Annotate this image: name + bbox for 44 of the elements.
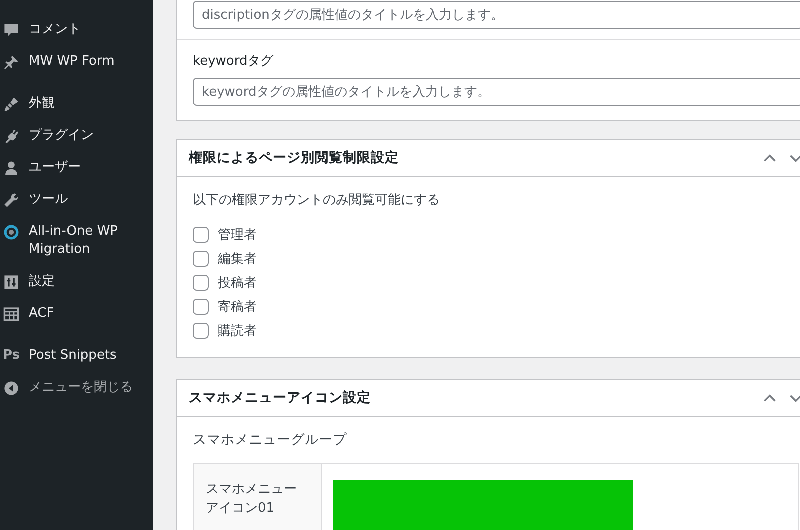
menu-item[interactable]: 設定 xyxy=(0,266,153,298)
pin-icon xyxy=(3,54,20,71)
field-label: keywordタグ xyxy=(193,53,275,70)
checkbox-label: 編集者 xyxy=(218,251,257,268)
checkbox[interactable] xyxy=(193,299,209,315)
menu-item[interactable]: ツール xyxy=(0,184,153,216)
description-text: 以下の権限アカウントのみ閲覧可能にする xyxy=(193,192,441,209)
menu-item[interactable]: コメント xyxy=(0,14,153,46)
menu-item[interactable]: プラグイン xyxy=(0,120,153,152)
input-field[interactable]: keywordタグの属性値のタイトルを入力します。 xyxy=(193,78,800,106)
menu-item[interactable]: ACF xyxy=(0,298,153,330)
plug-icon xyxy=(3,128,20,145)
table-icon xyxy=(3,306,20,323)
chevron-down-icon[interactable] xyxy=(789,154,800,162)
comment-icon xyxy=(3,22,20,39)
checkbox[interactable] xyxy=(193,275,209,291)
menu-item[interactable]: メニューを閉じる xyxy=(0,372,153,404)
input-field[interactable]: discriptionタグの属性値のタイトルを入力します。 xyxy=(193,1,800,29)
group-label: スマホメニューグループ xyxy=(193,431,348,449)
row-label: スマホメニューアイコン01 xyxy=(206,481,298,518)
chevron-up-icon[interactable] xyxy=(763,154,777,162)
checkbox-label: 寄稿者 xyxy=(218,299,257,316)
checkbox[interactable] xyxy=(193,323,209,339)
checkbox-label: 投稿者 xyxy=(218,275,257,292)
checkbox-label: 購読者 xyxy=(218,323,257,340)
menu-item[interactable]: All-in-One WP Migration xyxy=(0,216,153,266)
panel-title: スマホメニューアイコン設定 xyxy=(189,389,372,407)
menu-item[interactable]: ユーザー xyxy=(0,152,153,184)
brush-icon xyxy=(3,96,20,113)
checkbox[interactable] xyxy=(193,227,209,243)
chevron-down-icon[interactable] xyxy=(789,394,800,402)
user-icon xyxy=(3,160,20,177)
checkbox-label: 管理者 xyxy=(218,227,257,244)
ring-icon xyxy=(3,224,20,241)
menu-item[interactable]: Ps Post Snippets xyxy=(0,340,153,372)
chevron-up-icon[interactable] xyxy=(763,394,777,402)
sliders-icon xyxy=(3,274,20,291)
checkbox[interactable] xyxy=(193,251,209,267)
ps-icon: Ps xyxy=(3,347,20,365)
menu-item[interactable]: 外観 xyxy=(0,88,153,120)
panel-title: 権限によるページ別閲覧制限設定 xyxy=(189,149,400,167)
menu-item[interactable]: MW WP Form xyxy=(0,46,153,78)
collapse-icon xyxy=(3,380,20,397)
wrench-icon xyxy=(3,192,20,209)
